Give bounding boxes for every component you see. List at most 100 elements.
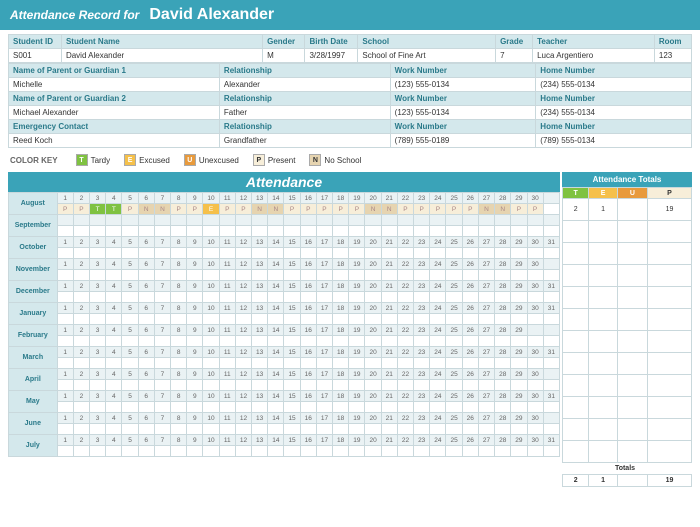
day-cell[interactable]: [219, 270, 235, 281]
day-cell[interactable]: [527, 446, 543, 457]
day-cell[interactable]: [57, 226, 73, 237]
day-cell[interactable]: [171, 314, 187, 325]
day-cell[interactable]: [138, 424, 154, 435]
day-cell[interactable]: [171, 336, 187, 347]
day-cell[interactable]: [187, 292, 203, 303]
day-cell[interactable]: [154, 402, 170, 413]
day-cell[interactable]: [527, 402, 543, 413]
day-cell[interactable]: [316, 402, 332, 413]
day-cell[interactable]: [300, 292, 316, 303]
day-cell[interactable]: P: [235, 204, 251, 215]
day-cell[interactable]: [138, 248, 154, 259]
day-cell[interactable]: [57, 446, 73, 457]
day-cell[interactable]: [252, 380, 268, 391]
day-cell[interactable]: [300, 358, 316, 369]
day-cell[interactable]: [219, 292, 235, 303]
day-cell[interactable]: N: [268, 204, 284, 215]
day-cell[interactable]: [57, 314, 73, 325]
day-cell[interactable]: [154, 424, 170, 435]
day-cell[interactable]: [300, 248, 316, 259]
day-cell[interactable]: [381, 402, 397, 413]
day-cell[interactable]: [203, 270, 219, 281]
day-cell[interactable]: P: [57, 204, 73, 215]
day-cell[interactable]: [300, 446, 316, 457]
day-cell[interactable]: [430, 292, 446, 303]
day-cell[interactable]: [268, 424, 284, 435]
day-cell[interactable]: [219, 424, 235, 435]
day-cell[interactable]: [90, 248, 106, 259]
day-cell[interactable]: [57, 424, 73, 435]
day-cell[interactable]: [90, 314, 106, 325]
day-cell[interactable]: [495, 270, 511, 281]
day-cell[interactable]: [122, 270, 138, 281]
day-cell[interactable]: P: [511, 204, 527, 215]
day-cell[interactable]: [397, 270, 413, 281]
day-cell[interactable]: [349, 314, 365, 325]
day-cell[interactable]: [235, 424, 251, 435]
day-cell[interactable]: [90, 270, 106, 281]
day-cell[interactable]: [154, 226, 170, 237]
day-cell[interactable]: [397, 424, 413, 435]
day-cell[interactable]: [252, 314, 268, 325]
day-cell[interactable]: [446, 424, 462, 435]
day-cell[interactable]: [430, 270, 446, 281]
day-cell[interactable]: [235, 270, 251, 281]
day-cell[interactable]: P: [219, 204, 235, 215]
day-cell[interactable]: [284, 292, 300, 303]
day-cell[interactable]: [252, 336, 268, 347]
day-cell[interactable]: [300, 226, 316, 237]
day-cell[interactable]: [495, 424, 511, 435]
day-cell[interactable]: [511, 358, 527, 369]
day-cell[interactable]: [268, 226, 284, 237]
day-cell[interactable]: [268, 358, 284, 369]
day-cell[interactable]: [446, 270, 462, 281]
day-cell[interactable]: [511, 226, 527, 237]
day-cell[interactable]: [235, 446, 251, 457]
day-cell[interactable]: [154, 358, 170, 369]
day-cell[interactable]: [478, 424, 494, 435]
day-cell[interactable]: [462, 446, 478, 457]
day-cell[interactable]: [73, 446, 89, 457]
day-cell[interactable]: [138, 226, 154, 237]
day-cell[interactable]: [430, 226, 446, 237]
day-cell[interactable]: [381, 424, 397, 435]
day-cell[interactable]: [543, 204, 559, 215]
day-cell[interactable]: [511, 446, 527, 457]
day-cell[interactable]: [171, 226, 187, 237]
day-cell[interactable]: [187, 336, 203, 347]
day-cell[interactable]: [73, 424, 89, 435]
day-cell[interactable]: [300, 424, 316, 435]
day-cell[interactable]: [397, 446, 413, 457]
day-cell[interactable]: [187, 446, 203, 457]
day-cell[interactable]: [381, 446, 397, 457]
day-cell[interactable]: [414, 336, 430, 347]
day-cell[interactable]: [284, 446, 300, 457]
day-cell[interactable]: [268, 270, 284, 281]
day-cell[interactable]: [171, 248, 187, 259]
day-cell[interactable]: [57, 248, 73, 259]
day-cell[interactable]: P: [122, 204, 138, 215]
day-cell[interactable]: [300, 314, 316, 325]
day-cell[interactable]: [57, 270, 73, 281]
day-cell[interactable]: [203, 358, 219, 369]
day-cell[interactable]: [333, 358, 349, 369]
day-cell[interactable]: [333, 292, 349, 303]
day-cell[interactable]: [73, 358, 89, 369]
day-cell[interactable]: [511, 248, 527, 259]
day-cell[interactable]: [397, 336, 413, 347]
day-cell[interactable]: [284, 314, 300, 325]
day-cell[interactable]: [446, 402, 462, 413]
day-cell[interactable]: [495, 292, 511, 303]
day-cell[interactable]: [138, 336, 154, 347]
day-cell[interactable]: [333, 226, 349, 237]
day-cell[interactable]: [284, 248, 300, 259]
day-cell[interactable]: [171, 358, 187, 369]
day-cell[interactable]: [527, 314, 543, 325]
day-cell[interactable]: [430, 336, 446, 347]
day-cell[interactable]: [187, 424, 203, 435]
day-cell[interactable]: [349, 424, 365, 435]
day-cell[interactable]: [365, 358, 381, 369]
day-cell[interactable]: [90, 424, 106, 435]
day-cell[interactable]: [462, 292, 478, 303]
day-cell[interactable]: [365, 270, 381, 281]
